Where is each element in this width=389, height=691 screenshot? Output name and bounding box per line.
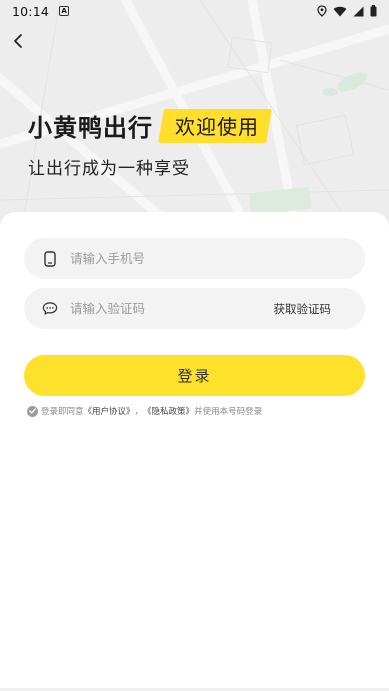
agreement-suffix: 并使用本号码登录 bbox=[194, 407, 263, 417]
title-row: 小黄鸭出行 欢迎使用 bbox=[28, 108, 269, 143]
user-agreement-link[interactable]: 《用户协议》 bbox=[84, 405, 135, 417]
verification-code-input[interactable] bbox=[70, 301, 250, 316]
agreement-separator: ， bbox=[134, 407, 144, 417]
welcome-badge: 欢迎使用 bbox=[161, 109, 269, 143]
login-card: 获取验证码 登录 登录即同意 《用户协议》 ， 《隐私政策》 并使用本号码登录 bbox=[0, 212, 389, 691]
agreement-checkbox[interactable] bbox=[27, 405, 38, 417]
checkmark-icon bbox=[29, 408, 36, 414]
chevron-left-icon bbox=[14, 34, 22, 48]
app-title: 小黄鸭出行 bbox=[28, 114, 153, 142]
agreement-row: 登录即同意 《用户协议》 ， 《隐私政策》 并使用本号码登录 bbox=[27, 405, 262, 417]
phone-icon bbox=[42, 250, 58, 267]
verification-code-field[interactable]: 获取验证码 bbox=[24, 288, 365, 329]
status-bar: 10:14 A bbox=[0, 0, 389, 22]
wifi-icon bbox=[333, 6, 347, 16]
signal-icon bbox=[353, 6, 364, 16]
login-button[interactable]: 登录 bbox=[24, 355, 365, 396]
phone-field[interactable] bbox=[24, 238, 365, 279]
back-button[interactable] bbox=[8, 30, 30, 52]
location-icon bbox=[317, 5, 327, 17]
slogan: 让出行成为一种享受 bbox=[28, 159, 190, 179]
notification-a-icon: A bbox=[59, 6, 70, 16]
get-code-button[interactable]: 获取验证码 bbox=[274, 301, 332, 317]
status-icons bbox=[317, 5, 377, 17]
status-time: 10:14 bbox=[12, 3, 50, 19]
message-icon bbox=[42, 301, 58, 317]
welcome-badge-label: 欢迎使用 bbox=[175, 115, 259, 139]
privacy-policy-link[interactable]: 《隐私政策》 bbox=[143, 405, 194, 417]
battery-icon bbox=[370, 5, 377, 17]
phone-input[interactable] bbox=[70, 251, 250, 266]
agreement-prefix: 登录即同意 bbox=[41, 407, 84, 417]
